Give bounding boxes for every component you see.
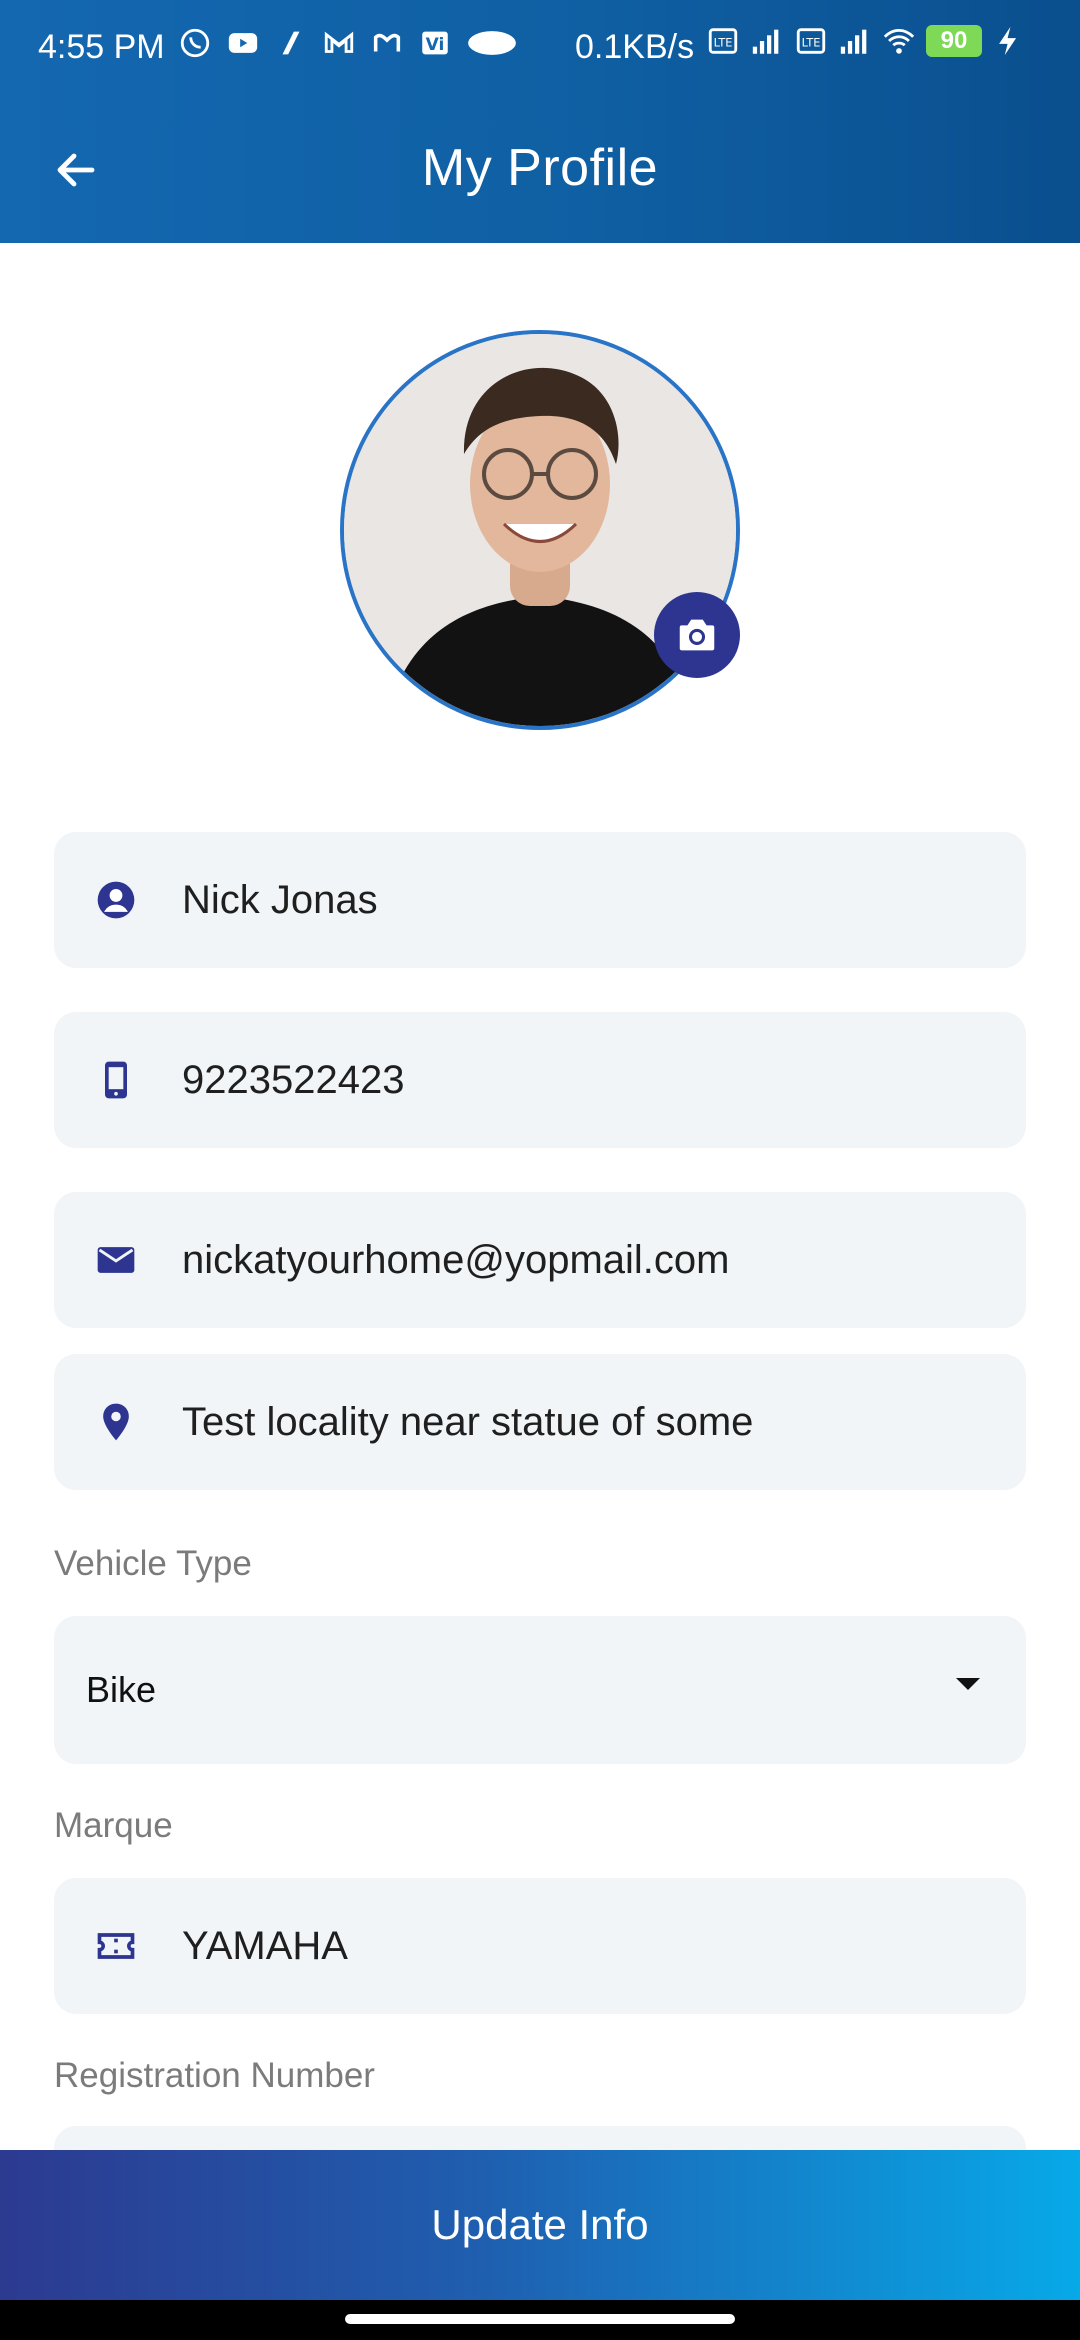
vehicle-type-value: Bike — [86, 1669, 157, 1710]
svg-text:Vi: Vi — [426, 35, 445, 55]
whatsapp-icon — [180, 28, 210, 58]
marque-value: YAMAHA — [182, 1923, 348, 1968]
ticket-icon — [94, 1924, 138, 1968]
volte-icon: LTE — [708, 28, 738, 54]
phone-field[interactable]: 9223522423 — [54, 1012, 1026, 1148]
chat-bubble-icon — [468, 31, 516, 55]
header: 4:55 PM Vi 0.1KB/s LTE LTE 90 My Profile — [0, 0, 1080, 243]
wifi-icon — [883, 28, 915, 54]
home-indicator[interactable] — [345, 2314, 735, 2324]
system-icons: LTE LTE 90 — [706, 24, 1026, 58]
svg-text:LTE: LTE — [714, 36, 733, 50]
app-bar: My Profile — [0, 96, 1080, 243]
location-pin-icon — [94, 1400, 138, 1444]
status-time: 4:55 PM — [38, 28, 165, 66]
camera-button[interactable] — [654, 592, 740, 678]
gmail-icon — [324, 31, 354, 53]
app-icon — [282, 31, 300, 55]
address-field[interactable]: Test locality near statue of some — [54, 1354, 1026, 1490]
vehicle-type-select[interactable]: Bike — [54, 1616, 1026, 1764]
youtube-icon — [228, 33, 258, 53]
svg-text:LTE: LTE — [802, 36, 821, 50]
camera-icon — [679, 619, 715, 651]
vi-icon: Vi — [422, 31, 448, 55]
marque-field[interactable]: YAMAHA — [54, 1878, 1026, 2014]
system-nav-bar — [0, 2300, 1080, 2340]
signal-icon — [752, 29, 779, 54]
network-speed: 0.1KB/s — [575, 28, 695, 66]
dropdown-caret-icon — [956, 1678, 980, 1690]
person-icon — [94, 878, 138, 922]
mail-icon — [94, 1238, 138, 1282]
m-app-icon — [373, 33, 401, 52]
update-info-button[interactable]: Update Info — [0, 2150, 1080, 2300]
registration-number-label: Registration Number — [54, 2056, 375, 2095]
phone-value: 9223522423 — [182, 1057, 405, 1102]
address-value: Test locality near statue of some — [182, 1399, 754, 1444]
phone-icon — [94, 1058, 138, 1102]
volte-icon: LTE — [796, 28, 826, 54]
avatar-container — [340, 330, 740, 730]
signal-icon — [840, 29, 867, 54]
notification-icons: Vi — [178, 26, 518, 60]
status-bar: 4:55 PM Vi 0.1KB/s LTE LTE 90 — [0, 0, 1080, 96]
email-value: nickatyourhome@yopmail.com — [182, 1237, 730, 1282]
vehicle-type-label: Vehicle Type — [54, 1544, 252, 1583]
charging-icon — [999, 26, 1017, 56]
battery-icon: 90 — [926, 25, 982, 57]
name-field[interactable]: Nick Jonas — [54, 832, 1026, 968]
name-value: Nick Jonas — [182, 877, 378, 922]
email-field[interactable]: nickatyourhome@yopmail.com — [54, 1192, 1026, 1328]
page-title: My Profile — [421, 139, 659, 197]
marque-label: Marque — [54, 1806, 173, 1845]
